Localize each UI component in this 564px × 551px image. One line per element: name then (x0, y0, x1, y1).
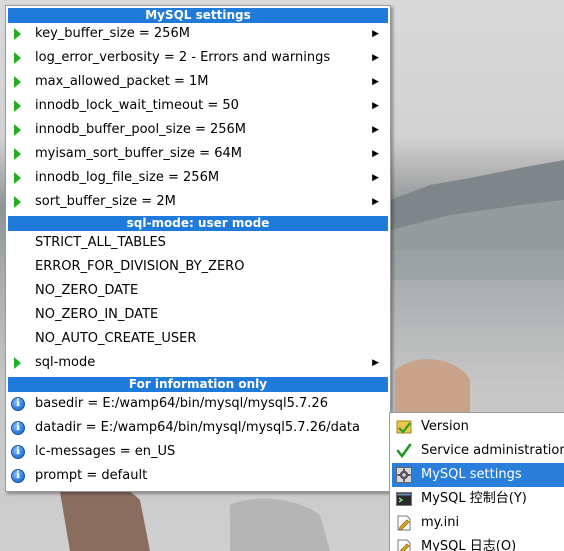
menu-item-mysql-log[interactable]: MySQL 日志(O) (392, 535, 564, 551)
submenu-arrow-green-icon (11, 147, 25, 161)
submenu-arrow-green-icon (11, 123, 25, 137)
chevron-right-icon: ▶ (372, 77, 379, 87)
menu-item-label: MySQL 日志(O) (421, 539, 517, 551)
menu-item-datadir[interactable]: i datadir = E:/wamp64/bin/mysql/mysql5.7… (8, 416, 388, 440)
chevron-right-icon: ▶ (372, 53, 379, 63)
menu-item-sql-mode[interactable]: sql-mode ▶ (8, 351, 388, 375)
menu-item-label: Version (421, 419, 469, 434)
info-icon: i (11, 445, 25, 459)
menu-item-innodb-buffer-pool-size[interactable]: innodb_buffer_pool_size = 256M ▶ (8, 118, 388, 142)
chevron-right-icon: ▶ (372, 29, 379, 39)
info-icon: i (11, 397, 25, 411)
menu-item-sort-buffer-size[interactable]: sort_buffer_size = 2M ▶ (8, 190, 388, 214)
menu-item-innodb-lock-wait-timeout[interactable]: innodb_lock_wait_timeout = 50 ▶ (8, 94, 388, 118)
menu-item-my-ini[interactable]: my.ini (392, 511, 564, 535)
menu-item-label: log_error_verbosity = 2 - Errors and war… (35, 50, 331, 65)
menu-item-strict-all-tables[interactable]: STRICT_ALL_TABLES (8, 231, 388, 255)
menu-item-label: myisam_sort_buffer_size = 64M (35, 146, 242, 161)
info-icon: i (11, 469, 25, 483)
section-header-sql-mode: sql-mode: user mode (8, 216, 388, 231)
chevron-right-icon: ▶ (372, 197, 379, 207)
menu-item-label: ERROR_FOR_DIVISION_BY_ZERO (35, 259, 245, 274)
menu-item-basedir[interactable]: i basedir = E:/wamp64/bin/mysql/mysql5.7… (8, 392, 388, 416)
mysql-settings-menu: MySQL settings key_buffer_size = 256M ▶ … (5, 5, 391, 492)
menu-item-max-allowed-packet[interactable]: max_allowed_packet = 1M ▶ (8, 70, 388, 94)
menu-item-version[interactable]: Version (392, 415, 564, 439)
menu-item-label: NO_AUTO_CREATE_USER (35, 331, 197, 346)
chevron-right-icon: ▶ (372, 125, 379, 135)
menu-item-label: basedir = E:/wamp64/bin/mysql/mysql5.7.2… (35, 396, 328, 411)
submenu-arrow-green-icon (11, 75, 25, 89)
menu-item-mysql-settings[interactable]: MySQL settings (392, 463, 564, 487)
menu-item-error-for-division-by-zero[interactable]: ERROR_FOR_DIVISION_BY_ZERO (8, 255, 388, 279)
menu-item-label: lc-messages = en_US (35, 444, 176, 459)
chevron-right-icon: ▶ (372, 149, 379, 159)
menu-item-label: innodb_lock_wait_timeout = 50 (35, 98, 239, 113)
submenu-arrow-green-icon (11, 27, 25, 41)
menu-item-label: MySQL settings (421, 467, 522, 482)
menu-item-label: prompt = default (35, 468, 148, 483)
menu-item-label: NO_ZERO_IN_DATE (35, 307, 159, 322)
menu-item-label: STRICT_ALL_TABLES (35, 235, 166, 250)
version-icon (396, 420, 412, 434)
menu-item-label: innodb_buffer_pool_size = 256M (35, 122, 247, 137)
menu-item-log-error-verbosity[interactable]: log_error_verbosity = 2 - Errors and war… (8, 46, 388, 70)
log-file-icon (397, 539, 411, 551)
submenu-arrow-green-icon (11, 356, 25, 370)
info-icon: i (11, 421, 25, 435)
menu-item-no-zero-date[interactable]: NO_ZERO_DATE (8, 279, 388, 303)
menu-item-label: datadir = E:/wamp64/bin/mysql/mysql5.7.2… (35, 420, 360, 435)
submenu-arrow-green-icon (11, 51, 25, 65)
submenu-arrow-green-icon (11, 195, 25, 209)
chevron-right-icon: ▶ (372, 101, 379, 111)
menu-item-lc-messages[interactable]: i lc-messages = en_US (8, 440, 388, 464)
section-header-mysql-settings: MySQL settings (8, 8, 388, 23)
menu-item-key-buffer-size[interactable]: key_buffer_size = 256M ▶ (8, 22, 388, 46)
menu-item-label: my.ini (421, 515, 460, 530)
menu-item-label: max_allowed_packet = 1M (35, 74, 209, 89)
menu-item-label: innodb_log_file_size = 256M (35, 170, 220, 185)
menu-item-service-administration[interactable]: Service administration (392, 439, 564, 463)
menu-item-myisam-sort-buffer-size[interactable]: myisam_sort_buffer_size = 64M ▶ (8, 142, 388, 166)
mysql-submenu: Version Service administration MySQL set… (389, 412, 564, 551)
checkmark-icon (396, 443, 412, 459)
menu-item-label: NO_ZERO_DATE (35, 283, 139, 298)
chevron-right-icon: ▶ (372, 358, 379, 368)
chevron-right-icon: ▶ (372, 173, 379, 183)
menu-item-innodb-log-file-size[interactable]: innodb_log_file_size = 256M ▶ (8, 166, 388, 190)
menu-item-prompt[interactable]: i prompt = default (8, 464, 388, 488)
menu-item-mysql-console[interactable]: MySQL 控制台(Y) (392, 487, 564, 511)
menu-item-label: MySQL 控制台(Y) (421, 491, 527, 506)
ini-file-icon (397, 515, 411, 531)
submenu-arrow-green-icon (11, 99, 25, 113)
gear-icon (396, 467, 412, 483)
menu-item-label: sort_buffer_size = 2M (35, 194, 176, 209)
submenu-arrow-green-icon (11, 171, 25, 185)
menu-item-label: Service administration (421, 443, 564, 458)
section-header-information: For information only (8, 377, 388, 392)
menu-item-no-zero-in-date[interactable]: NO_ZERO_IN_DATE (8, 303, 388, 327)
menu-item-label: sql-mode (35, 355, 96, 370)
console-icon (396, 492, 412, 506)
menu-item-label: key_buffer_size = 256M (35, 26, 190, 41)
menu-item-no-auto-create-user[interactable]: NO_AUTO_CREATE_USER (8, 327, 388, 351)
